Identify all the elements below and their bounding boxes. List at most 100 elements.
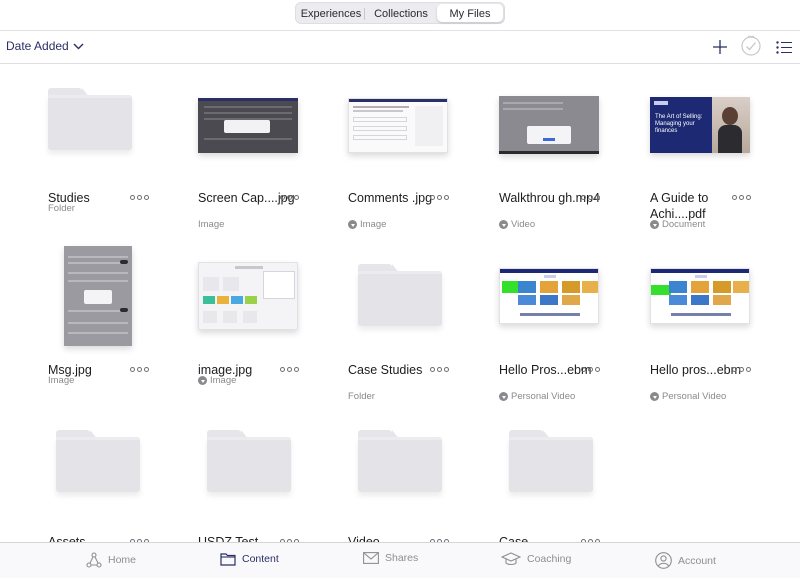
tab-home[interactable]: Home	[86, 552, 136, 568]
home-network-icon	[86, 552, 102, 568]
segment-label: Collections	[374, 8, 428, 20]
tab-label: Account	[678, 554, 716, 567]
file-tile[interactable]: Walkthrou gh.mp4 Video	[499, 72, 649, 242]
more-options-button[interactable]	[430, 192, 452, 202]
file-type: Video	[499, 219, 535, 230]
folder-thumbnail	[198, 416, 348, 534]
downloaded-icon	[650, 392, 659, 401]
video-preview	[499, 268, 599, 324]
folder-icon	[509, 430, 593, 492]
folder-thumbnail	[499, 416, 649, 534]
segment-label: Experiences	[300, 8, 362, 20]
more-options-button[interactable]	[430, 364, 452, 374]
checkmark-circle-icon	[741, 35, 761, 56]
video-thumbnail	[499, 72, 649, 190]
segment-experiences[interactable]: Experiences	[297, 4, 365, 22]
downloaded-icon	[499, 392, 508, 401]
more-options-button[interactable]	[280, 364, 302, 374]
more-options-button[interactable]	[280, 192, 302, 202]
folder-thumbnail	[48, 416, 198, 534]
folder-icon	[358, 430, 442, 492]
file-type-label: Video	[511, 219, 536, 230]
envelope-icon	[363, 552, 379, 564]
more-options-button[interactable]	[732, 364, 754, 374]
folder-icon	[220, 553, 236, 566]
file-type: Image	[348, 219, 386, 230]
folder-thumbnail	[348, 244, 498, 362]
tab-content[interactable]: Content	[220, 552, 279, 566]
folder-icon	[56, 430, 140, 492]
file-tile[interactable]: Comments .jpg Image	[348, 72, 498, 242]
tab-label: Shares	[385, 552, 419, 564]
downloaded-icon	[198, 376, 207, 385]
graduation-cap-icon	[501, 552, 521, 566]
file-type: Folder	[48, 203, 75, 214]
bottom-tab-bar: Home Content Shares Coaching Account	[0, 542, 800, 578]
file-tile[interactable]: Video	[348, 416, 498, 542]
list-icon	[776, 40, 792, 54]
file-type: Folder	[348, 391, 375, 402]
document-thumbnail: The Art of Selling: Managing your financ…	[650, 72, 800, 190]
segment-label: My Files	[449, 8, 491, 20]
tab-shares[interactable]: Shares	[363, 552, 418, 564]
more-options-button[interactable]	[581, 364, 603, 374]
file-type: Personal Video	[499, 391, 575, 402]
list-view-button[interactable]	[774, 37, 794, 57]
file-grid: Studies Folder Screen Cap....jpg Image C…	[0, 64, 800, 542]
file-tile[interactable]: Msg.jpg Image	[48, 244, 198, 414]
file-type: Image	[48, 375, 74, 386]
image-thumbnail	[48, 244, 198, 362]
downloaded-icon	[499, 220, 508, 229]
video-preview	[650, 268, 750, 324]
more-options-button[interactable]	[732, 192, 754, 202]
file-tile[interactable]: Case Studies Folder	[348, 244, 498, 414]
file-tile[interactable]: Case	[499, 416, 649, 542]
tab-coaching[interactable]: Coaching	[501, 552, 571, 566]
file-type-label: Image	[210, 375, 237, 386]
file-type: Personal Video	[650, 391, 726, 402]
file-type-label: Image	[360, 219, 387, 230]
sort-label: Date Added	[6, 39, 69, 53]
video-preview	[499, 96, 599, 154]
segmented-control: Experiences Collections My Files	[295, 2, 505, 24]
user-circle-icon	[655, 552, 672, 569]
image-thumbnail	[348, 72, 498, 190]
file-tile[interactable]: Studies Folder	[48, 72, 198, 242]
file-tile[interactable]: Assets	[48, 416, 198, 542]
segment-collections[interactable]: Collections	[365, 4, 437, 22]
file-tile[interactable]: Hello Pros...ebm Personal Video	[499, 244, 649, 414]
more-options-button[interactable]	[130, 192, 152, 202]
file-type: Document	[650, 219, 705, 230]
file-type: Image	[198, 219, 224, 230]
file-tile[interactable]: USDZ Test	[198, 416, 348, 542]
screenshot-preview	[64, 246, 132, 346]
plus-icon	[713, 40, 727, 54]
file-type-label: Image	[198, 219, 225, 230]
add-button[interactable]	[710, 37, 730, 57]
screenshot-preview	[198, 262, 298, 330]
document-cover-text: The Art of Selling: Managing your financ…	[655, 114, 703, 134]
downloaded-icon	[348, 220, 357, 229]
more-options-button[interactable]	[130, 364, 152, 374]
more-options-button[interactable]	[581, 192, 603, 202]
file-tile[interactable]: The Art of Selling: Managing your financ…	[650, 72, 800, 242]
file-type-label: Personal Video	[511, 391, 576, 402]
sort-dropdown[interactable]: Date Added	[6, 39, 84, 53]
video-thumbnail	[650, 244, 800, 362]
top-navigation: Experiences Collections My Files	[0, 0, 800, 31]
tab-label: Coaching	[527, 553, 572, 565]
file-type-label: Folder	[348, 391, 375, 402]
file-tile[interactable]: image.jpg Image	[198, 244, 348, 414]
toolbar: Date Added	[0, 31, 800, 64]
select-button[interactable]	[740, 35, 762, 57]
screenshot-preview	[198, 98, 298, 153]
file-type-label: Folder	[48, 203, 75, 214]
image-thumbnail	[198, 72, 348, 190]
chevron-down-icon	[73, 43, 84, 49]
folder-thumbnail	[348, 416, 498, 534]
file-tile[interactable]: Screen Cap....jpg Image	[198, 72, 348, 242]
file-type-label: Image	[48, 375, 75, 386]
file-tile[interactable]: Hello pros...ebm Personal Video	[650, 244, 800, 414]
segment-my-files[interactable]: My Files	[437, 4, 503, 22]
tab-account[interactable]: Account	[655, 552, 716, 569]
